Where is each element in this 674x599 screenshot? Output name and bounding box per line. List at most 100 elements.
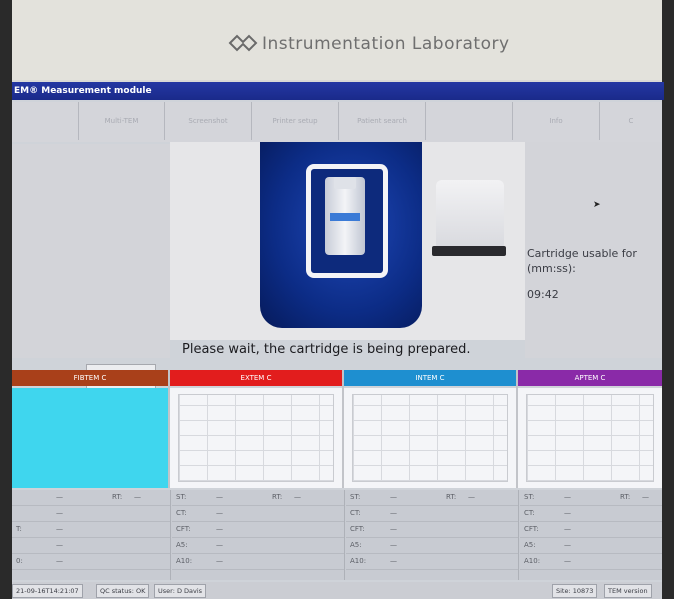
screenshot-button[interactable]: Screenshot — [165, 102, 252, 140]
params-fibtem: — RT: — — T: — — 0: — — [12, 490, 171, 580]
param-label: CT: — [524, 509, 535, 517]
monitor: Instrumentation Laboratory EM® Measureme… — [12, 0, 664, 599]
brand-logo-icon — [228, 34, 258, 52]
param-row: A10: — — [346, 554, 518, 570]
analyzer-slot-icon — [306, 164, 388, 278]
info-button[interactable]: Info — [513, 102, 600, 140]
patient-search-button[interactable]: Patient search — [339, 102, 426, 140]
param-value: — — [390, 509, 397, 517]
app-screen: EM® Measurement module Multi-TEM Screens… — [12, 82, 664, 599]
param-value: — — [216, 509, 223, 517]
toolbar-button-8[interactable]: C — [600, 102, 662, 140]
cartridge-usable-label: Cartridge usable for (mm:ss): — [527, 247, 637, 275]
graph-grid — [526, 394, 654, 482]
preparing-message: Please wait, the cartridge is being prep… — [182, 342, 471, 357]
channel-extem[interactable]: EXTEM C — [170, 370, 344, 488]
toolbar-button-6[interactable] — [426, 102, 513, 140]
multi-tem-button[interactable]: Multi-TEM — [79, 102, 165, 140]
printer-setup-button[interactable]: Printer setup — [252, 102, 339, 140]
param-value: — — [216, 541, 223, 549]
status-datetime: 21-09-16T14:21:07 — [12, 584, 83, 598]
param-label: ST: — [350, 493, 361, 501]
param-value: — — [564, 557, 571, 565]
param-row: CT: — — [172, 506, 344, 522]
param-row: 0: — — [12, 554, 170, 570]
param-label: A5: — [176, 541, 188, 549]
channel-graph — [12, 388, 168, 488]
param-row: ST: — RT: — — [346, 490, 518, 506]
mouse-pointer-icon: ➤ — [593, 200, 601, 210]
rt-value: — — [134, 493, 141, 501]
param-value: — — [216, 525, 223, 533]
param-value: — — [56, 493, 63, 501]
param-row: — RT: — — [12, 490, 170, 506]
cartridge-icon — [325, 177, 365, 255]
parameters-table: — RT: — — T: — — 0: — ST: — RT: — CT: — CFT: — A5… — [12, 490, 662, 580]
channel-graph — [170, 388, 342, 488]
param-label: T: — [16, 525, 22, 533]
param-row: A10: — — [520, 554, 662, 570]
param-value: — — [56, 557, 63, 565]
param-value: — — [564, 525, 571, 533]
channel-aptem[interactable]: APTEM C — [518, 370, 662, 488]
status-version: TEM version — [604, 584, 652, 598]
param-value: — — [216, 493, 223, 501]
cartridge-usable-time: 09:42 — [527, 288, 559, 301]
status-user: User: D Davis — [154, 584, 207, 598]
param-label: A5: — [350, 541, 362, 549]
graph-grid — [178, 394, 334, 482]
channel-columns: FIBTEM C EXTEM C INTEM C APTEM C — [12, 370, 662, 490]
window-title: EM® Measurement module — [12, 82, 664, 100]
param-label: CT: — [176, 509, 187, 517]
toolbar: Multi-TEM Screenshot Printer setup Patie… — [12, 102, 662, 142]
param-value: — — [564, 541, 571, 549]
param-row: — — [12, 538, 170, 554]
param-value: — — [390, 557, 397, 565]
param-label: A10: — [176, 557, 193, 565]
param-row: CFT: — — [346, 522, 518, 538]
cartridge-side-icon — [436, 180, 504, 250]
channel-fibtem[interactable]: FIBTEM C — [12, 370, 170, 488]
params-intem: ST: — RT: — CT: — CFT: — A5: — A10: — — [346, 490, 519, 580]
brand-name: Instrumentation Laboratory — [262, 34, 510, 54]
param-row: A10: — — [172, 554, 344, 570]
param-value: — — [564, 493, 571, 501]
rt-label: RT: — [620, 493, 631, 501]
param-label: CFT: — [350, 525, 365, 533]
param-label: A5: — [524, 541, 536, 549]
param-value: — — [390, 493, 397, 501]
param-label: ST: — [524, 493, 535, 501]
param-row: ST: — RT: — — [172, 490, 344, 506]
channel-graph — [518, 388, 662, 488]
param-row: A5: — — [520, 538, 662, 554]
channel-intem[interactable]: INTEM C — [344, 370, 518, 488]
status-bar: 21-09-16T14:21:07 QC status: OK User: D … — [12, 582, 662, 599]
left-panel: ✕ — [12, 144, 170, 394]
cartridge-stripe — [330, 213, 360, 221]
param-row: ST: — RT: — — [520, 490, 662, 506]
param-value: — — [56, 525, 63, 533]
param-row: A5: — — [172, 538, 344, 554]
rt-label: RT: — [272, 493, 283, 501]
channel-header: APTEM C — [518, 370, 662, 386]
params-aptem: ST: — RT: — CT: — CFT: — A5: — A10: — — [520, 490, 662, 580]
param-label: 0: — [16, 557, 23, 565]
graph-grid — [352, 394, 508, 482]
params-extem: ST: — RT: — CT: — CFT: — A5: — A10: — — [172, 490, 345, 580]
rt-label: RT: — [112, 493, 123, 501]
param-value: — — [390, 541, 397, 549]
param-label: A10: — [524, 557, 541, 565]
cartridge-insert-graphic — [260, 142, 422, 328]
param-value: — — [216, 557, 223, 565]
toolbar-button-1[interactable] — [12, 102, 79, 140]
channel-header: INTEM C — [344, 370, 516, 386]
param-row: T: — — [12, 522, 170, 538]
cartridge-cap — [334, 177, 356, 189]
channel-header: FIBTEM C — [12, 370, 168, 386]
param-value: — — [56, 509, 63, 517]
right-panel: ➤ Cartridge usable for (mm:ss): 09:42 — [525, 142, 662, 358]
cartridge-slot-icon — [432, 246, 506, 256]
rt-value: — — [642, 493, 649, 501]
param-row: CT: — — [520, 506, 662, 522]
param-label: CT: — [350, 509, 361, 517]
